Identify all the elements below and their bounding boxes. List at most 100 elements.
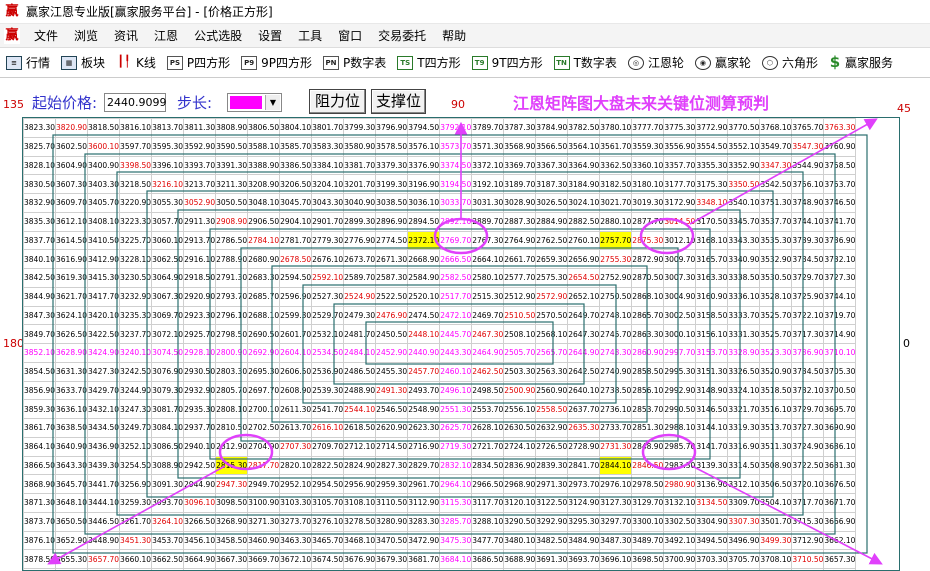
grid-cell[interactable]: 2779.30 (311, 230, 345, 251)
grid-cell[interactable]: 2460.10 (439, 361, 473, 382)
toolbar-p-square[interactable]: PS P四方形 (166, 54, 230, 71)
grid-cell[interactable]: 2683.30 (247, 268, 281, 288)
menu-browse[interactable]: 浏览 (66, 24, 106, 48)
grid-cell[interactable]: 3532.90 (759, 249, 793, 269)
grid-cell[interactable]: 2496.10 (439, 380, 473, 401)
grid-cell[interactable]: 3619.30 (55, 268, 89, 288)
grid-cell[interactable]: 3316.90 (727, 436, 761, 457)
grid-cell[interactable]: 3391.30 (215, 155, 249, 176)
grid-cell[interactable]: 2964.10 (439, 474, 473, 494)
grid-cell[interactable]: 3878.50 (23, 549, 57, 569)
grid-cell[interactable]: 3019.30 (631, 193, 665, 213)
grid-cell[interactable]: 2532.10 (311, 324, 345, 344)
grid-cell[interactable]: 2565.70 (535, 343, 569, 363)
grid-cell[interactable]: 3218.50 (119, 174, 153, 194)
menu-help[interactable]: 帮助 (434, 24, 474, 48)
grid-cell[interactable]: 3283.30 (407, 511, 441, 532)
grid-cell[interactable]: 2853.70 (631, 399, 665, 419)
grid-cell[interactable]: 3343.30 (727, 230, 761, 251)
grid-cell[interactable]: 2529.70 (311, 305, 345, 326)
grid-cell[interactable]: 3151.30 (695, 361, 729, 382)
grid-cell[interactable]: 2776.90 (343, 230, 377, 251)
grid-cell[interactable]: 2740.90 (599, 361, 633, 382)
grid-cell[interactable]: 2544.10 (343, 399, 377, 419)
grid-cell[interactable]: 3381.70 (343, 155, 377, 176)
grid-cell[interactable]: 3576.10 (407, 136, 441, 157)
grid-cell[interactable]: 3340.90 (727, 249, 761, 269)
grid-cell[interactable]: 3115.30 (439, 493, 473, 513)
grid-cell[interactable]: 2824.90 (343, 455, 377, 476)
grid-cell[interactable]: 2572.90 (535, 286, 569, 307)
grid-cell[interactable]: 2692.90 (247, 343, 281, 363)
grid-cell[interactable]: 2443.30 (439, 343, 473, 363)
grid-cell[interactable]: 3465.70 (311, 530, 345, 551)
grid-cell[interactable]: 3480.10 (503, 530, 537, 551)
grid-cell[interactable]: 3237.70 (119, 324, 153, 344)
grid-cell[interactable]: 3504.10 (759, 493, 793, 513)
grid-cell[interactable]: 2894.50 (407, 211, 441, 232)
grid-cell[interactable]: 2541.70 (311, 399, 345, 419)
grid-cell[interactable]: 2769.70 (439, 230, 473, 251)
grid-cell[interactable]: 2803.30 (215, 361, 249, 382)
grid-cell[interactable]: 3055.30 (151, 193, 185, 213)
grid-cell[interactable]: 3770.50 (727, 118, 761, 138)
grid-cell[interactable]: 3352.90 (727, 155, 761, 176)
grid-cell[interactable]: 3710.10 (823, 343, 857, 363)
grid-cell[interactable]: 3818.50 (87, 118, 121, 138)
grid-cell[interactable]: 3544.90 (791, 155, 825, 176)
grid-cell[interactable]: 3009.70 (663, 249, 697, 269)
menu-gann[interactable]: 江恩 (146, 24, 186, 48)
grid-cell[interactable]: 3734.50 (791, 361, 825, 382)
grid-cell[interactable]: 3182.50 (599, 174, 633, 194)
grid-cell[interactable]: 2515.30 (471, 286, 505, 307)
grid-cell[interactable]: 2928.10 (183, 343, 217, 363)
grid-cell[interactable]: 3840.10 (23, 249, 57, 269)
grid-cell[interactable]: 3254.50 (119, 455, 153, 476)
resistance-button[interactable]: 阻力位 (309, 89, 366, 114)
grid-cell[interactable]: 3268.90 (215, 511, 249, 532)
grid-cell[interactable]: 3703.30 (695, 549, 729, 569)
grid-cell[interactable]: 3652.90 (55, 530, 89, 551)
grid-cell[interactable]: 3700.50 (823, 380, 857, 401)
grid-cell[interactable]: 2560.90 (535, 380, 569, 401)
grid-cell[interactable]: 3782.50 (567, 118, 601, 138)
grid-cell[interactable]: 2839.30 (535, 455, 569, 476)
grid-cell[interactable]: 2877.70 (631, 211, 665, 232)
grid-cell[interactable]: 2628.10 (471, 418, 505, 438)
grid-cell[interactable]: 3072.10 (151, 324, 185, 344)
grid-cell[interactable]: 3624.10 (55, 305, 89, 326)
grid-cell[interactable]: 3280.90 (375, 511, 409, 532)
chevron-down-icon[interactable]: ▼ (265, 95, 280, 110)
grid-cell[interactable]: 3796.90 (375, 118, 409, 138)
grid-cell[interactable]: 2503.30 (503, 361, 537, 382)
grid-cell[interactable]: 3367.30 (535, 155, 569, 176)
grid-cell[interactable]: 3187.30 (535, 174, 569, 194)
grid-cell[interactable]: 3844.90 (23, 286, 57, 307)
grid-cell[interactable]: 2786.50 (215, 230, 249, 251)
grid-cell[interactable]: 3240.10 (119, 343, 153, 363)
grid-cell[interactable]: 2755.30 (599, 249, 633, 269)
grid-cell[interactable]: 3242.50 (119, 361, 153, 382)
grid-cell[interactable]: 2618.50 (343, 418, 377, 438)
grid-cell[interactable]: 3321.70 (727, 399, 761, 419)
grid-cell[interactable]: 3690.90 (823, 418, 857, 438)
grid-cell[interactable]: 3124.90 (567, 493, 601, 513)
grid-cell[interactable]: 2556.10 (503, 399, 537, 419)
grid-cell[interactable]: 2637.70 (567, 399, 601, 419)
grid-cell[interactable]: 3714.90 (823, 324, 857, 344)
grid-cell[interactable]: 3328.90 (727, 343, 761, 363)
grid-cell[interactable]: 3060.10 (151, 230, 185, 251)
grid-cell[interactable]: 3319.30 (727, 418, 761, 438)
grid-cell[interactable]: 3871.30 (23, 493, 57, 513)
grid-cell[interactable]: 2961.70 (407, 474, 441, 494)
grid-cell[interactable]: 3484.90 (567, 530, 601, 551)
grid-cell[interactable]: 2748.10 (599, 305, 633, 326)
grid-cell[interactable]: 3211.30 (215, 174, 249, 194)
grid-cell[interactable]: 3547.30 (791, 136, 825, 157)
grid-cell[interactable]: 3204.10 (311, 174, 345, 194)
grid-cell[interactable]: 2450.50 (375, 324, 409, 344)
grid-cell[interactable]: 3736.90 (823, 230, 857, 251)
grid-cell[interactable]: 3508.90 (759, 455, 793, 476)
grid-cell[interactable]: 3201.70 (343, 174, 377, 194)
grid-cell[interactable]: 3189.70 (503, 174, 537, 194)
